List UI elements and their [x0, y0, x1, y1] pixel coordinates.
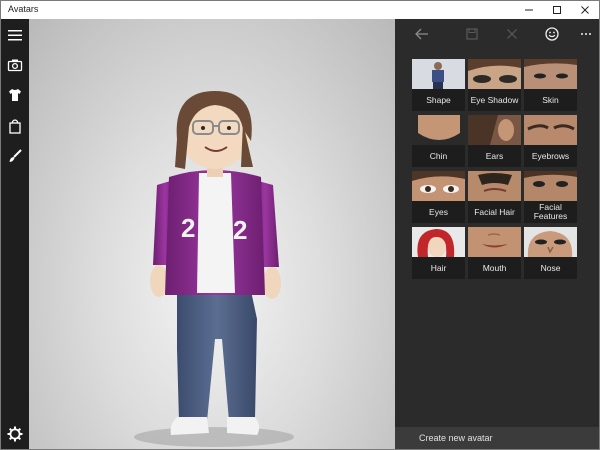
feature-tile-ears[interactable]: Ears — [468, 115, 521, 167]
app-window: Avatars 2 2 Shape Eye Shadow Skin Chin E… — [0, 0, 600, 450]
feature-tile-shape[interactable]: Shape — [412, 59, 465, 111]
shopping-bag-icon — [9, 119, 21, 134]
title-bar: Avatars — [1, 1, 599, 19]
tile-label: Ears — [468, 145, 521, 167]
avatar-stage[interactable]: 2 2 — [29, 19, 395, 449]
feature-tile-eyebrows[interactable]: Eyebrows — [524, 115, 577, 167]
feature-tile-skin[interactable]: Skin — [524, 59, 577, 111]
tile-label: Nose — [524, 257, 577, 279]
maximize-button[interactable] — [543, 1, 571, 19]
back-button[interactable] — [409, 23, 435, 45]
feature-tile-facial-hair[interactable]: Facial Hair — [468, 171, 521, 223]
eyebrows-thumbnail — [524, 115, 577, 145]
minimize-button[interactable] — [515, 1, 543, 19]
minimize-icon — [525, 9, 533, 11]
tile-label: Hair — [412, 257, 465, 279]
close-window-icon — [581, 6, 589, 14]
skin-thumbnail — [524, 59, 577, 89]
shape-thumbnail — [412, 59, 465, 89]
window-title: Avatars — [8, 4, 39, 14]
ears-thumbnail — [468, 115, 521, 145]
back-arrow-icon — [415, 28, 428, 40]
maximize-icon — [553, 6, 561, 14]
feature-tile-hair[interactable]: Hair — [412, 227, 465, 279]
eye-shadow-thumbnail — [468, 59, 521, 89]
feature-panel: Shape Eye Shadow Skin Chin Ears Eyebrows — [395, 19, 599, 449]
hair-thumbnail — [412, 227, 465, 257]
cancel-button[interactable] — [499, 23, 525, 45]
facial-features-thumbnail — [524, 171, 577, 201]
nose-thumbnail — [524, 227, 577, 257]
shirt-icon — [9, 89, 21, 101]
panel-toolbar — [395, 19, 599, 49]
emote-button[interactable] — [539, 23, 565, 45]
feature-tile-mouth[interactable]: Mouth — [468, 227, 521, 279]
sidebar — [1, 19, 29, 449]
svg-text:2: 2 — [181, 213, 195, 243]
tile-label: Shape — [412, 89, 465, 111]
tile-label: Mouth — [468, 257, 521, 279]
camera-icon — [7, 59, 23, 72]
tile-label: Skin — [524, 89, 577, 111]
save-button[interactable] — [459, 23, 485, 45]
close-icon — [507, 29, 517, 39]
feature-tile-chin[interactable]: Chin — [412, 115, 465, 167]
hamburger-menu-button[interactable] — [1, 23, 29, 47]
create-new-avatar-label: Create new avatar — [419, 433, 493, 443]
more-icon — [581, 33, 591, 35]
smiley-icon — [545, 27, 559, 41]
create-new-avatar-button[interactable]: Create new avatar — [395, 427, 599, 449]
feature-tile-facial-features[interactable]: Facial Features — [524, 171, 577, 223]
sidebar-item-camera[interactable] — [1, 53, 29, 77]
chin-thumbnail — [412, 115, 465, 145]
hamburger-menu-icon — [8, 30, 22, 41]
tile-label: Eyes — [412, 201, 465, 223]
sidebar-item-clothing[interactable] — [1, 83, 29, 107]
tile-label: Facial Hair — [468, 201, 521, 223]
more-button[interactable] — [573, 23, 599, 45]
tile-label: Eye Shadow — [468, 89, 521, 111]
paintbrush-icon — [9, 149, 22, 162]
mouth-thumbnail — [468, 227, 521, 257]
tile-label: Facial Features — [524, 201, 577, 223]
feature-tile-eyes[interactable]: Eyes — [412, 171, 465, 223]
tile-label: Eyebrows — [524, 145, 577, 167]
gear-icon — [7, 426, 23, 442]
feature-tile-nose[interactable]: Nose — [524, 227, 577, 279]
facial-hair-thumbnail — [468, 171, 521, 201]
close-window-button[interactable] — [571, 1, 599, 19]
feature-tile-eye-shadow[interactable]: Eye Shadow — [468, 59, 521, 111]
svg-text:2: 2 — [233, 215, 247, 245]
save-icon — [466, 28, 478, 40]
tile-label: Chin — [412, 145, 465, 167]
avatar-figure: 2 2 — [134, 91, 294, 447]
settings-button[interactable] — [1, 422, 29, 446]
sidebar-item-store[interactable] — [1, 114, 29, 138]
sidebar-item-style[interactable] — [1, 144, 29, 168]
eyes-thumbnail — [412, 171, 465, 201]
